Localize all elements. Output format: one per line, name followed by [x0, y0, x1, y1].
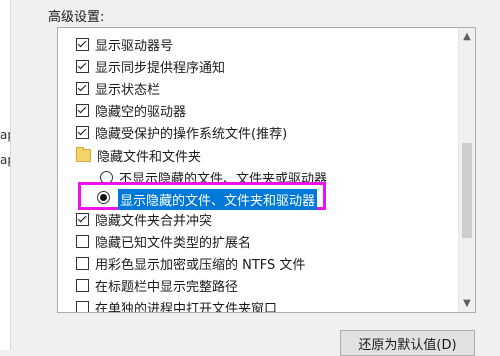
option-label: 在标题栏中显示完整路径 [95, 279, 239, 295]
scroll-down-icon[interactable]: ▼ [459, 295, 475, 312]
checkbox-unchecked[interactable] [76, 278, 89, 292]
background-window-strip [0, 0, 11, 350]
option-hide-empty-drives[interactable]: 隐藏空的驱动器 [76, 99, 446, 121]
option-show-sync-notifications[interactable]: 显示同步提供程序通知 [76, 55, 446, 77]
option-label: 隐藏受保护的操作系统文件(推荐) [95, 126, 288, 142]
advanced-settings-list[interactable]: 显示驱动器号 显示同步提供程序通知 显示状态栏 隐藏空的驱动器 隐藏受保护的操作… [57, 27, 476, 313]
checkbox-checked[interactable] [76, 125, 89, 139]
group-label: 隐藏文件和文件夹 [97, 149, 202, 165]
option-color-ntfs-files[interactable]: 用彩色显示加密或压缩的 NTFS 文件 [76, 252, 446, 274]
checkbox-unchecked[interactable] [76, 256, 89, 270]
option-full-path-in-title[interactable]: 在标题栏中显示完整路径 [76, 274, 446, 296]
option-hide-folder-merge-conflicts[interactable]: 隐藏文件夹合并冲突 [76, 208, 446, 230]
checkbox-checked[interactable] [76, 81, 89, 95]
folder-icon [76, 146, 91, 162]
radio-selected[interactable] [97, 191, 110, 204]
option-label: 显示同步提供程序通知 [95, 60, 226, 76]
option-show-status-bar[interactable]: 显示状态栏 [76, 77, 446, 99]
checkbox-unchecked[interactable] [76, 234, 89, 248]
option-show-drive-letters[interactable]: 显示驱动器号 [76, 33, 446, 55]
checkbox-checked[interactable] [76, 59, 89, 73]
option-label: 显示驱动器号 [95, 38, 174, 54]
option-hide-extensions[interactable]: 隐藏已知文件类型的扩展名 [76, 230, 446, 252]
option-label: 隐藏已知文件类型的扩展名 [95, 235, 252, 251]
option-label: 显示状态栏 [95, 82, 161, 98]
group-hidden-files-and-folders: 隐藏文件和文件夹 [76, 144, 446, 166]
option-label: 显示隐藏的文件、文件夹和驱动器 [118, 189, 318, 210]
scroll-up-icon[interactable]: ▲ [459, 28, 475, 45]
checkbox-checked[interactable] [76, 37, 89, 51]
background-text-fragment: ap [0, 153, 10, 167]
option-show-hidden-highlighted[interactable]: 显示隐藏的文件、文件夹和驱动器 [78, 182, 326, 210]
option-label: 隐藏空的驱动器 [95, 104, 187, 120]
scroll-thumb[interactable] [462, 143, 472, 238]
checkbox-checked[interactable] [76, 212, 89, 226]
option-label: 用彩色显示加密或压缩的 NTFS 文件 [95, 257, 306, 273]
background-text-fragment: ap [0, 128, 10, 142]
vertical-scrollbar[interactable]: ▲ ▼ [458, 28, 475, 312]
checkbox-checked[interactable] [76, 103, 89, 117]
option-separate-process[interactable]: 在单独的进程中打开文件夹窗口 [76, 296, 446, 313]
option-hide-protected-os-files[interactable]: 隐藏受保护的操作系统文件(推荐) [76, 121, 446, 143]
advanced-settings-label: 高级设置: [48, 10, 105, 25]
restore-defaults-button[interactable]: 还原为默认值(D) [340, 330, 475, 356]
option-label: 在单独的进程中打开文件夹窗口 [95, 301, 278, 313]
option-label: 隐藏文件夹合并冲突 [95, 213, 213, 229]
checkbox-unchecked[interactable] [76, 300, 89, 312]
